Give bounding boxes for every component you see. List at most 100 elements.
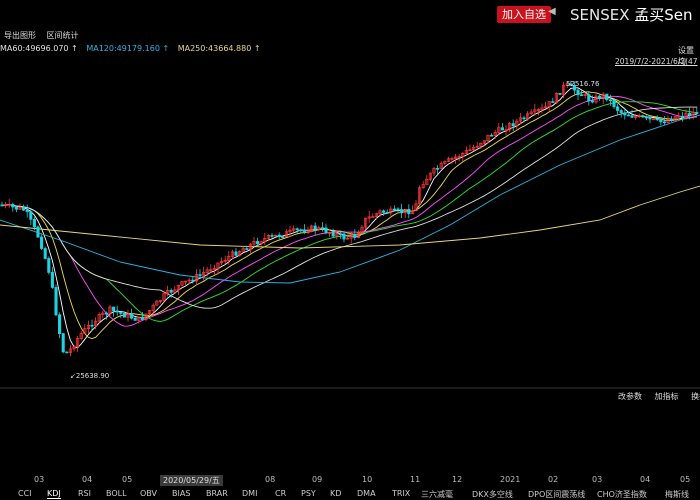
candle-body	[616, 106, 620, 111]
indicator-tab-dpo区间震荡线[interactable]: DPO区间震荡线	[528, 489, 585, 500]
x-axis-label: 05	[122, 475, 133, 484]
indicator-tab-cho济圣指数[interactable]: CHO济圣指数	[597, 489, 647, 500]
candle-body	[43, 248, 47, 259]
candle-body	[590, 100, 594, 103]
candle-body	[587, 94, 591, 102]
candle-body	[270, 235, 274, 237]
candle-body	[353, 234, 357, 238]
candle-body	[256, 241, 260, 244]
candle-body	[688, 112, 692, 116]
ma250-line	[0, 185, 700, 249]
candle-body	[313, 225, 317, 230]
x-axis-label: 03	[34, 475, 45, 484]
candle-body	[400, 209, 404, 214]
indicator-tab-brar[interactable]: BRAR	[206, 489, 228, 498]
candle-body	[644, 116, 648, 119]
candle-body	[670, 118, 674, 121]
candle-body	[14, 206, 18, 210]
candle-body	[641, 115, 645, 118]
indicator-toolbar: 改参数 加指标 换指	[618, 391, 700, 402]
candle-body	[522, 117, 526, 120]
candle-body	[605, 93, 609, 101]
candle-body	[626, 114, 630, 117]
indicator-tab-dkx多空线[interactable]: DKX多空线	[472, 489, 513, 500]
indicator-tab-三六减毫[interactable]: 三六减毫	[421, 489, 453, 500]
add-indicator-button[interactable]: 加指标	[655, 392, 679, 401]
indicator-tabs: CCI KDJ RSI BOLL OBV BIAS BRAR DMI CR PSY KD DMA TRI…	[0, 489, 700, 500]
candle-body	[234, 251, 238, 256]
candle-body	[385, 212, 389, 214]
ma10-line	[1, 91, 697, 339]
candle-body	[598, 95, 602, 99]
indicator-tab-kd[interactable]: KD	[330, 489, 341, 498]
candle-body	[302, 229, 306, 233]
candle-body	[115, 310, 119, 313]
indicator-tab-trix[interactable]: TRIX	[392, 489, 410, 498]
candle-body	[608, 99, 612, 102]
switch-indicator-button[interactable]: 换指	[691, 392, 700, 401]
indicator-tab-dma[interactable]: DMA	[357, 489, 376, 498]
candle-body	[65, 351, 69, 354]
x-axis-label: 09	[312, 475, 323, 484]
candle-body	[695, 112, 699, 115]
x-axis-label: 12	[452, 475, 463, 484]
candle-body	[623, 112, 627, 116]
ma60-line	[1, 106, 697, 309]
indicator-tab-kdj[interactable]: KDJ	[47, 489, 61, 499]
candle-body	[245, 248, 249, 250]
candle-body	[659, 118, 663, 123]
candle-body	[490, 134, 494, 137]
indicator-tab-cr[interactable]: CR	[275, 489, 286, 498]
x-axis-label: 08	[265, 475, 276, 484]
indicator-tab-dmi[interactable]: DMI	[242, 489, 257, 498]
indicator-tab-rsi[interactable]: RSI	[78, 489, 91, 498]
candle-body	[58, 314, 62, 334]
candle-body	[299, 229, 303, 232]
candle-body	[396, 208, 400, 211]
edit-params-button[interactable]: 改参数	[618, 392, 642, 401]
indicator-tab-psy[interactable]: PSY	[301, 489, 316, 498]
candle-body	[392, 208, 396, 211]
candle-body	[0, 204, 4, 207]
indicator-tab-cci[interactable]: CCI	[18, 489, 32, 498]
candle-body	[130, 313, 134, 319]
price-high-label: 52516.76	[566, 80, 600, 88]
candlestick-chart[interactable]: 52516.76 ↙25638.90	[0, 0, 700, 475]
candle-body	[680, 115, 684, 118]
candles	[0, 80, 699, 357]
x-axis-label: 2020/05/29/五	[160, 475, 223, 486]
candle-body	[61, 333, 65, 353]
candle-body	[338, 233, 342, 236]
candle-body	[662, 121, 666, 124]
candle-body	[331, 232, 335, 237]
candle-body	[104, 312, 108, 315]
x-axis-label: 02	[548, 475, 559, 484]
candle-body	[32, 218, 36, 228]
candle-body	[295, 228, 299, 231]
candle-body	[558, 92, 562, 95]
candle-body	[324, 227, 328, 234]
x-axis-label: 03	[592, 475, 603, 484]
ma5-line	[1, 87, 697, 349]
x-axis-label: 04	[82, 475, 93, 484]
indicator-tab-梅斯线[interactable]: 梅斯线	[665, 489, 689, 500]
x-axis-label: 10	[362, 475, 373, 484]
candle-body	[25, 209, 29, 213]
price-low-label: ↙25638.90	[70, 372, 109, 380]
moving-average-lines	[0, 87, 700, 349]
candle-body	[630, 115, 634, 118]
ma30-line	[1, 101, 697, 322]
candle-body	[122, 313, 126, 318]
candle-body	[112, 306, 116, 312]
candle-body	[40, 236, 44, 249]
candle-body	[191, 279, 195, 282]
candle-body	[90, 324, 94, 327]
indicator-tab-boll[interactable]: BOLL	[106, 489, 127, 498]
candle-body	[281, 236, 285, 238]
x-axis-label: 11	[410, 475, 421, 484]
candle-body	[580, 94, 584, 97]
candle-body	[500, 127, 504, 131]
indicator-tab-bias[interactable]: BIAS	[172, 489, 190, 498]
candle-body	[36, 226, 40, 238]
indicator-tab-obv[interactable]: OBV	[140, 489, 157, 498]
